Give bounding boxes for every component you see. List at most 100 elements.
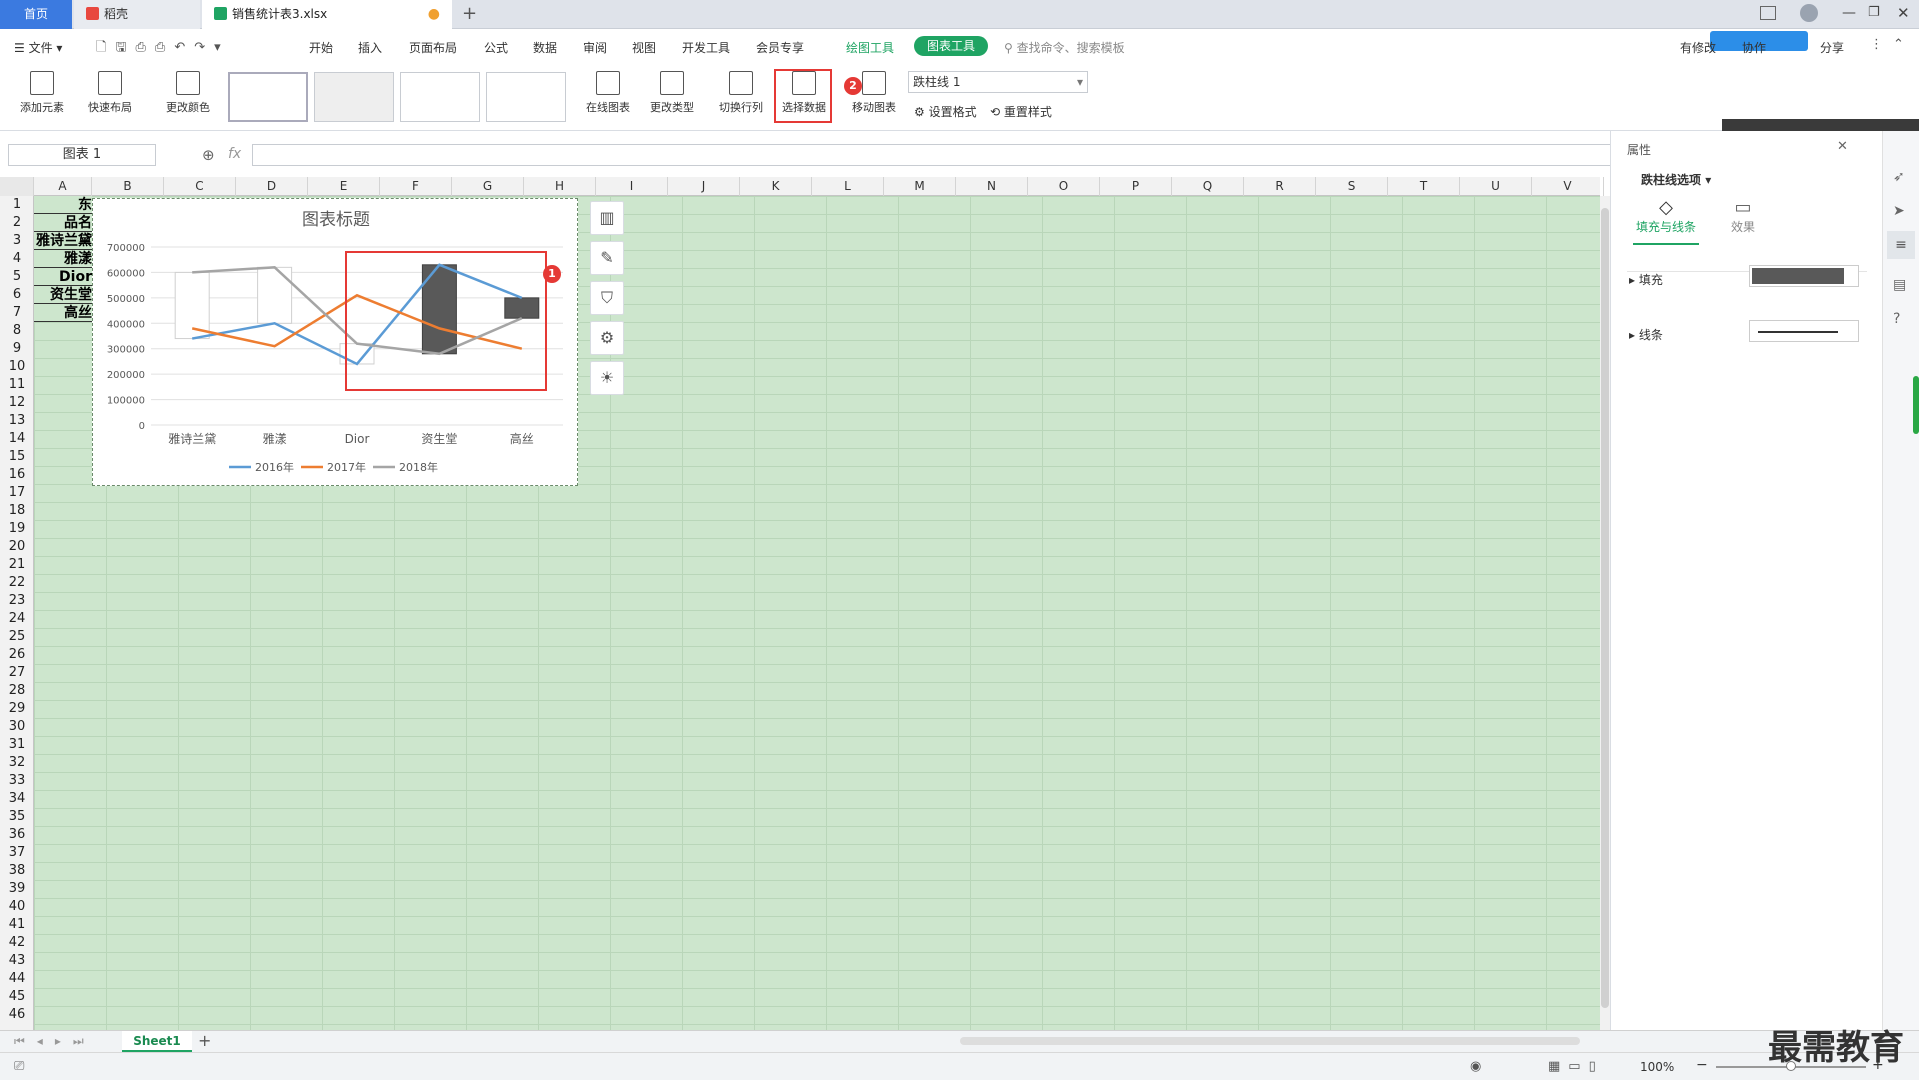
column-header-H[interactable]: H [524, 177, 596, 196]
tab-docer[interactable]: 稻壳 [74, 0, 200, 29]
menu-chart-tool[interactable]: 图表工具 [914, 36, 988, 56]
row-header-38[interactable]: 38 [0, 862, 34, 880]
menu-formula[interactable]: 公式 [484, 39, 508, 56]
menu-page-layout[interactable]: 页面布局 [409, 39, 457, 56]
column-header-R[interactable]: R [1244, 177, 1316, 196]
row-header-44[interactable]: 44 [0, 970, 34, 988]
sheet-nav-arrows[interactable]: ⏮◂▸⏭ [14, 1034, 96, 1049]
row-header-39[interactable]: 39 [0, 880, 34, 898]
column-header-A[interactable]: A [34, 177, 92, 196]
help-icon[interactable]: ? [1893, 311, 1900, 327]
column-header-T[interactable]: T [1388, 177, 1460, 196]
chart-tips-icon[interactable]: ☀ [590, 361, 624, 395]
set-format-button[interactable]: ⚙ 设置格式 [914, 103, 977, 120]
chart-settings-icon[interactable]: ⚙ [590, 321, 624, 355]
row-header-1[interactable]: 1 [0, 196, 34, 214]
chart-style-1[interactable] [228, 72, 308, 122]
row-header-26[interactable]: 26 [0, 646, 34, 664]
chart-style-2[interactable] [314, 72, 394, 122]
cursor-icon[interactable]: ➤ [1893, 203, 1905, 219]
row-header-42[interactable]: 42 [0, 934, 34, 952]
horizontal-scrollbar[interactable] [960, 1037, 1580, 1045]
menu-data[interactable]: 数据 [533, 39, 557, 56]
vertical-scroll-thumb[interactable] [1601, 208, 1609, 1008]
search-command[interactable]: ⚲ 查找命令、搜索模板 [1004, 39, 1125, 56]
row-header-40[interactable]: 40 [0, 898, 34, 916]
row-header-23[interactable]: 23 [0, 592, 34, 610]
fill-color-picker[interactable] [1749, 265, 1859, 287]
collapse-ribbon-icon[interactable]: ⌃ [1893, 37, 1904, 52]
cell-a3[interactable]: 雅诗兰黛 [34, 232, 92, 250]
select-all[interactable] [0, 177, 34, 196]
column-header-U[interactable]: U [1460, 177, 1532, 196]
column-header-P[interactable]: P [1100, 177, 1172, 196]
row-header-15[interactable]: 15 [0, 448, 34, 466]
sheet-tab[interactable]: Sheet1 [122, 1031, 192, 1052]
row-header-7[interactable]: 7 [0, 304, 34, 322]
column-header-G[interactable]: G [452, 177, 524, 196]
chart[interactable]: 图表标题 700000 600000 500000 400000 300000 200000… [92, 198, 578, 486]
column-header-V[interactable]: V [1532, 177, 1604, 196]
row-header-36[interactable]: 36 [0, 826, 34, 844]
chart-filter-icon[interactable]: ⛉ [590, 281, 624, 315]
file-menu[interactable]: ☰ 文件 ▾ [14, 39, 62, 56]
fx-label[interactable]: fx [228, 146, 241, 162]
row-header-25[interactable]: 25 [0, 628, 34, 646]
row-header-8[interactable]: 8 [0, 322, 34, 340]
change-color-button[interactable]: 更改颜色 [158, 71, 218, 115]
switch-rowcol-button[interactable]: 切换行列 [711, 71, 771, 115]
zoom-formula-icon[interactable]: ⊕ [202, 146, 215, 164]
menu-drawing-tool[interactable]: 绘图工具 [846, 39, 894, 56]
row-header-2[interactable]: 2 [0, 214, 34, 232]
panel-close-icon[interactable]: ✕ [1837, 139, 1848, 154]
row-header-22[interactable]: 22 [0, 574, 34, 592]
row-header-33[interactable]: 33 [0, 772, 34, 790]
tab-file[interactable]: 销售统计表3.xlsx ● [202, 0, 452, 29]
row-header-20[interactable]: 20 [0, 538, 34, 556]
settings-sliders-icon[interactable]: ≡ [1887, 231, 1915, 259]
minimize-icon[interactable]: — [1842, 5, 1856, 21]
cell-a4[interactable]: 雅漾 [34, 250, 92, 268]
reset-style-button[interactable]: ⟲ 重置样式 [990, 103, 1052, 120]
more-icon[interactable]: ⋮ [1870, 37, 1883, 52]
fill-section-toggle[interactable]: ▸ 填充 [1629, 271, 1663, 288]
line-section-toggle[interactable]: ▸ 线条 [1629, 326, 1663, 343]
column-header-M[interactable]: M [884, 177, 956, 196]
view-mode-icons[interactable]: ▦▭▯ [1548, 1059, 1604, 1074]
cell-a5[interactable]: Dior [34, 268, 92, 286]
column-header-O[interactable]: O [1028, 177, 1100, 196]
macro-icon[interactable]: ⎚ [14, 1059, 24, 1074]
menu-member[interactable]: 会员专享 [756, 39, 804, 56]
row-header-9[interactable]: 9 [0, 340, 34, 358]
column-header-K[interactable]: K [740, 177, 812, 196]
column-header-I[interactable]: I [596, 177, 668, 196]
row-header-13[interactable]: 13 [0, 412, 34, 430]
chart-style-4[interactable] [486, 72, 566, 122]
add-sheet-button[interactable]: + [198, 1031, 211, 1050]
new-tab-button[interactable]: + [462, 3, 477, 24]
row-header-6[interactable]: 6 [0, 286, 34, 304]
chart-elements-icon[interactable]: ▥ [590, 201, 624, 235]
share-button[interactable]: 分享 [1820, 39, 1844, 56]
close-icon[interactable]: ✕ [1897, 4, 1910, 22]
column-header-D[interactable]: D [236, 177, 308, 196]
menu-view[interactable]: 视图 [632, 39, 656, 56]
row-header-43[interactable]: 43 [0, 952, 34, 970]
row-header-28[interactable]: 28 [0, 682, 34, 700]
row-header-31[interactable]: 31 [0, 736, 34, 754]
quick-access-icons[interactable]: 🗋🖫⎙⎙↶↷▾ [96, 38, 230, 60]
menu-start[interactable]: 开始 [309, 39, 333, 56]
row-header-30[interactable]: 30 [0, 718, 34, 736]
chart-style-brush-icon[interactable]: ✎ [590, 241, 624, 275]
row-header-5[interactable]: 5 [0, 268, 34, 286]
row-header-41[interactable]: 41 [0, 916, 34, 934]
name-box[interactable]: 图表 1 [8, 144, 156, 166]
menu-review[interactable]: 审阅 [583, 39, 607, 56]
avatar[interactable] [1800, 4, 1818, 22]
column-header-L[interactable]: L [812, 177, 884, 196]
menu-insert[interactable]: 插入 [358, 39, 382, 56]
row-header-24[interactable]: 24 [0, 610, 34, 628]
vertical-scrollbar[interactable] [1600, 196, 1610, 1030]
cell-a2[interactable]: 品名 [34, 214, 92, 232]
rocket-icon[interactable]: ➶ [1893, 169, 1905, 185]
